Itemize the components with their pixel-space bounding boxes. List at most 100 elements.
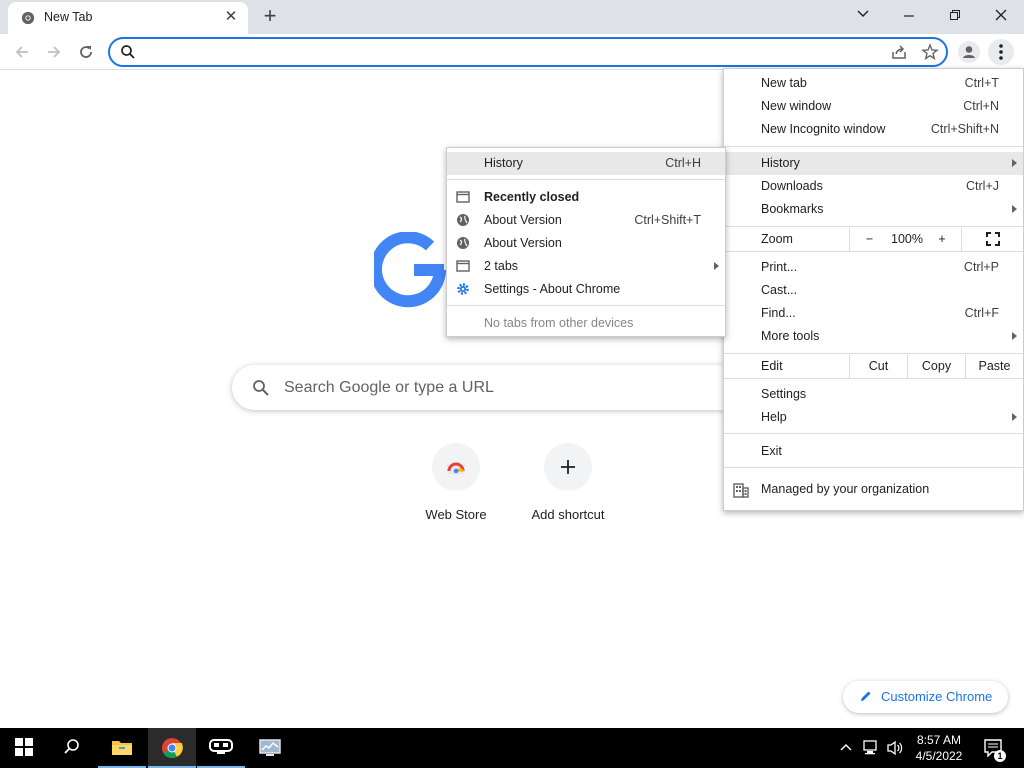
globe-icon — [457, 214, 469, 226]
menu-label: More tools — [761, 329, 820, 343]
taskbar-app-monitor[interactable] — [246, 728, 294, 768]
menu-shortcut: Ctrl+J — [966, 179, 999, 193]
start-button[interactable] — [0, 728, 48, 768]
submenu-item-about-version[interactable]: About Version Ctrl+Shift+T — [447, 209, 725, 232]
cut-button[interactable]: Cut — [849, 355, 907, 378]
submenu-arrow-icon — [1012, 332, 1017, 340]
taskbar-clock[interactable]: 8:57 AM 4/5/2022 — [908, 732, 970, 764]
mask-app-icon — [209, 739, 233, 754]
ntp-search-box[interactable]: Search Google or type a URL — [232, 365, 792, 410]
windows-logo-icon — [15, 738, 33, 756]
clock-date: 4/5/2022 — [915, 749, 963, 763]
menu-separator — [447, 305, 725, 306]
submenu-arrow-icon — [1012, 205, 1017, 213]
menu-separator — [724, 467, 1023, 468]
taskbar-app-mask[interactable] — [197, 728, 245, 768]
menu-item-zoom: Zoom − 100% + — [724, 228, 1023, 251]
zoom-out-button[interactable]: − — [849, 228, 889, 251]
zoom-in-button[interactable]: + — [925, 228, 959, 251]
menu-item-new-incognito[interactable]: New Incognito window Ctrl+Shift+N — [724, 118, 1023, 141]
chrome-menu-button[interactable] — [988, 39, 1014, 65]
ntp-search-placeholder: Search Google or type a URL — [284, 379, 494, 396]
menu-item-edit: Edit Cut Copy Paste — [724, 355, 1023, 378]
submenu-item-2-tabs[interactable]: 2 tabs — [447, 255, 725, 278]
submenu-item-settings-about-chrome[interactable]: Settings - About Chrome — [447, 278, 725, 301]
menu-label: New Incognito window — [761, 122, 886, 136]
menu-item-print[interactable]: Print... Ctrl+P — [724, 256, 1023, 279]
menu-label: Downloads — [761, 179, 823, 193]
submenu-item-no-tabs: No tabs from other devices — [447, 312, 725, 335]
menu-label: Zoom — [761, 232, 793, 246]
fullscreen-button[interactable] — [961, 228, 1023, 251]
taskbar-file-explorer[interactable] — [98, 728, 146, 768]
menu-label: Exit — [761, 444, 782, 458]
menu-item-new-window[interactable]: New window Ctrl+N — [724, 95, 1023, 118]
menu-item-exit[interactable]: Exit — [724, 440, 1023, 463]
tab-new-tab[interactable]: New Tab ✕ — [8, 2, 248, 34]
shortcut-add[interactable]: Add shortcut — [512, 443, 624, 543]
menu-item-downloads[interactable]: Downloads Ctrl+J — [724, 175, 1023, 198]
profile-button[interactable] — [958, 41, 980, 63]
menu-item-managed[interactable]: Managed by your organization — [724, 478, 1023, 501]
action-center-button[interactable]: 1 — [978, 728, 1024, 768]
copy-button[interactable]: Copy — [907, 355, 965, 378]
shortcut-label: Add shortcut — [531, 507, 605, 522]
menu-item-history[interactable]: History — [724, 152, 1023, 175]
network-icon[interactable] — [862, 740, 880, 756]
menu-label: History — [761, 156, 800, 170]
forward-arrow-icon — [48, 46, 61, 58]
close-window-button[interactable] — [978, 2, 1024, 30]
search-icon — [253, 380, 269, 396]
menu-item-more-tools[interactable]: More tools — [724, 325, 1023, 348]
globe-icon — [457, 237, 469, 249]
menu-item-find[interactable]: Find... Ctrl+F — [724, 302, 1023, 325]
menu-label: Find... — [761, 306, 796, 320]
restore-button[interactable] — [932, 2, 978, 30]
menu-item-new-tab[interactable]: New tab Ctrl+T — [724, 72, 1023, 95]
omnibox-input[interactable] — [142, 43, 882, 61]
minimize-button[interactable] — [886, 2, 932, 30]
omnibox[interactable] — [108, 37, 948, 67]
submenu-arrow-icon — [1012, 413, 1017, 421]
taskbar-search-button[interactable] — [48, 728, 96, 768]
menu-shortcut: Ctrl+F — [964, 306, 999, 320]
shortcut-web-store[interactable]: Web Store — [400, 443, 512, 543]
tab-search-icon[interactable] — [840, 2, 886, 30]
customize-chrome-button[interactable]: Customize Chrome — [843, 681, 1008, 713]
building-icon — [733, 483, 749, 498]
menu-label: Settings - About Chrome — [484, 282, 621, 296]
menu-label: New window — [761, 99, 832, 113]
menu-label: Bookmarks — [761, 202, 824, 216]
chevron-up-icon[interactable] — [840, 742, 852, 754]
menu-label: No tabs from other devices — [484, 316, 634, 330]
submenu-item-about-version[interactable]: About Version — [447, 232, 725, 255]
submenu-item-recently-closed: Recently closed — [447, 186, 725, 209]
menu-label: 2 tabs — [484, 259, 519, 273]
share-icon[interactable] — [890, 43, 908, 61]
pencil-icon — [861, 691, 871, 701]
menu-item-settings[interactable]: Settings — [724, 383, 1023, 406]
paste-button[interactable]: Paste — [965, 355, 1023, 378]
taskbar-chrome[interactable] — [148, 728, 196, 768]
tab-close-icon[interactable]: ✕ — [222, 8, 240, 26]
menu-shortcut: Ctrl+P — [963, 260, 999, 274]
back-arrow-icon — [15, 46, 28, 58]
reload-button[interactable] — [72, 38, 100, 66]
menu-separator — [724, 226, 1023, 227]
menu-item-help[interactable]: Help — [724, 406, 1023, 429]
tab-title: New Tab — [44, 10, 93, 24]
plus-icon — [561, 460, 575, 474]
back-button[interactable] — [8, 38, 36, 66]
menu-label: Print... — [761, 260, 798, 274]
bookmark-star-icon[interactable] — [921, 43, 939, 61]
submenu-item-history[interactable]: History Ctrl+H — [447, 152, 725, 175]
tab-strip: New Tab ✕ + — [0, 0, 1024, 34]
menu-item-cast[interactable]: Cast... — [724, 279, 1023, 302]
forward-button[interactable] — [40, 38, 68, 66]
menu-separator — [724, 251, 1023, 252]
volume-icon[interactable] — [886, 740, 904, 756]
menu-label: History — [484, 156, 523, 170]
new-tab-button[interactable]: + — [258, 5, 282, 29]
notification-badge: 1 — [994, 750, 1006, 762]
menu-item-bookmarks[interactable]: Bookmarks — [724, 198, 1023, 221]
